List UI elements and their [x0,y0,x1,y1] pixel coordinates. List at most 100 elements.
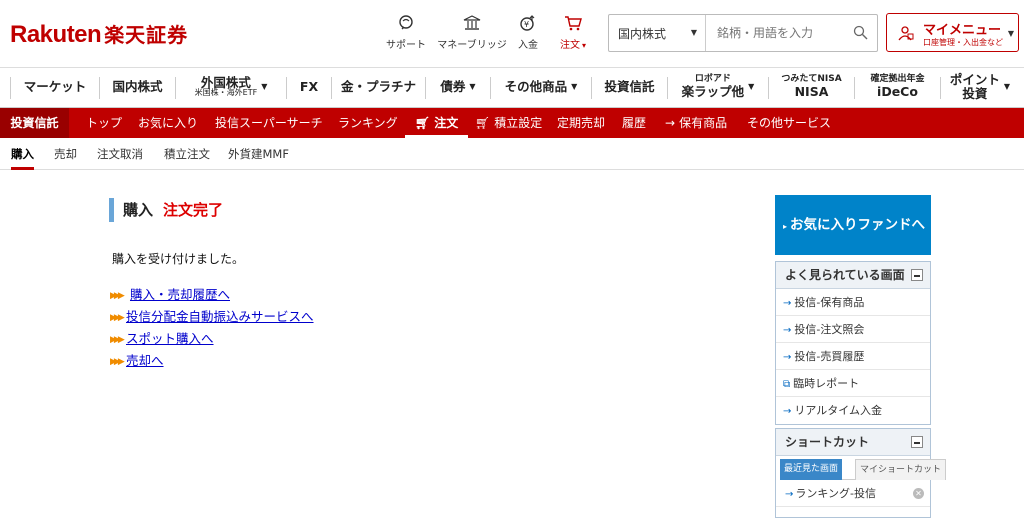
link-history[interactable]: ▶▶▶ 購入・売却履歴へ [110,284,230,303]
link-dividend-transfer[interactable]: ▶▶▶ 投信分配金自動振込みサービスへ [110,306,314,325]
subnav-foreign-mmf[interactable]: 外貨建MMF [228,138,289,170]
frequent-item-label: 投信-保有商品 [794,296,865,309]
frequent-pages-title: よく見られている画面 [785,268,905,282]
nav-foreign-stock-sub: 米国株・海外ETF [194,88,258,98]
triple-arrow-icon: ▶▶▶ [110,356,125,367]
tab-my-shortcut[interactable]: マイショートカット [855,459,947,480]
link-history-text[interactable]: 購入・売却履歴へ [130,287,230,302]
nav-nisa[interactable]: つみたてNISA NISA [769,68,854,106]
nav-other-products[interactable]: その他商品 ▼ [491,68,591,106]
rakuten-logo[interactable]: Rakuten 楽天証券 [10,19,188,49]
fund-nav: 投資信託 トップ お気に入り 投信スーパーサーチ ランキング 🛒︎ 注文 🛒︎ 積立… [0,108,1024,138]
close-icon[interactable]: ✕ [913,488,924,499]
chevron-down-icon: ▼ [469,81,476,91]
subnav-buy[interactable]: 購入 [11,138,34,170]
chevron-down-icon: ▼ [1007,29,1014,38]
order-subnav: 購入 売却 注文取消 積立注文 外貨建MMF [0,138,1024,170]
fund-nav-other-services[interactable]: その他サービス [747,108,831,138]
header: Rakuten 楽天証券 サポート マネーブリッジ ¥ 入金 注文 ▾ 国内株式 ▼… [0,0,1024,68]
nav-foreign-stock[interactable]: 外国株式 米国株・海外ETF ▼ [176,68,286,106]
link-spot-buy[interactable]: ▶▶▶ スポット購入へ [110,328,214,347]
mymenu-button[interactable]: マイメニュー 口座管理・入出金など ▼ [886,13,1019,52]
nav-other-products-label: その他商品 [504,79,568,95]
arrow-right-icon: → [783,325,792,336]
nav-nisa-label: NISA [794,84,829,100]
frequent-item[interactable]: → 投信-保有商品 [776,289,930,316]
order-status: 注文完了 [163,201,224,219]
confirmation-message: 購入を受け付けました。 [112,252,245,266]
order-button[interactable]: 注文 ▾ [555,14,591,51]
collapse-icon[interactable] [911,269,923,281]
mymenu-subtitle: 口座管理・入出金など [923,38,1003,47]
moneybridge-button[interactable]: マネーブリッジ [436,14,508,51]
cart-icon: 🛒︎ [475,116,491,130]
deposit-button[interactable]: ¥ 入金 [514,14,542,51]
subnav-recurring-order[interactable]: 積立注文 [164,138,210,170]
frequent-item[interactable]: → 投信-注文照会 [776,316,930,343]
nav-fx[interactable]: FX [287,68,331,106]
frequent-item-label: 投信-注文照会 [794,323,865,336]
frequent-pages-panel: よく見られている画面 → 投信-保有商品 → 投信-注文照会 → 投信-売買履歴 ⧉ 臨… [775,261,931,425]
link-sell[interactable]: ▶▶▶ 売却へ [110,350,164,369]
nav-market-label: マーケット [23,79,87,95]
cart-icon: 🛒︎ [415,116,431,130]
collapse-icon[interactable] [911,436,923,448]
triple-arrow-icon: ▶▶▶ [110,312,125,323]
order-label: 注文 [559,40,580,51]
fund-nav-scheduled-sell[interactable]: 定期売却 [557,108,605,138]
fund-nav-holdings[interactable]: → 保有商品 [665,108,727,138]
shortcut-item[interactable]: → ランキング-投信 ✕ [776,480,930,507]
fund-nav-favorites[interactable]: お気に入り [138,108,198,138]
nav-point-pre: ポイント [949,72,1000,88]
nav-robo-label: 楽ラップ他 [681,84,745,100]
support-button[interactable]: サポート [384,14,428,51]
search-box: 国内株式 ▼ [608,14,878,52]
link-spot-buy-text[interactable]: スポット購入へ [126,331,214,346]
nav-bonds[interactable]: 債券 ▼ [426,68,490,106]
search-category-select[interactable]: 国内株式 ▼ [609,15,706,51]
favorite-funds-button[interactable]: ▸ お気に入りファンドへ [775,195,931,255]
fund-nav-super-search[interactable]: 投信スーパーサーチ [215,108,323,138]
fund-nav-order-label: 注文 [434,116,459,130]
nav-fx-label: FX [299,79,319,95]
nav-ideco[interactable]: 確定拠出年金 iDeCo [855,68,940,106]
nav-domestic-stock-label: 国内株式 [112,79,163,95]
fund-nav-top[interactable]: トップ [86,108,122,138]
fund-nav-history[interactable]: 履歴 [622,108,646,138]
chevron-down-icon: ▼ [748,81,755,91]
nav-domestic-stock[interactable]: 国内株式 [100,68,175,106]
nav-bonds-label: 債券 [440,79,466,95]
link-dividend-transfer-text[interactable]: 投信分配金自動振込みサービスへ [126,309,314,324]
search-category-value: 国内株式 [618,27,667,41]
frequent-item[interactable]: → リアルタイム入金 [776,397,930,424]
arrow-right-icon: → [783,406,792,417]
nav-point-investment[interactable]: ポイント 投資 ▼ [941,68,1019,106]
search-input[interactable] [707,15,847,51]
subnav-cancel-order[interactable]: 注文取消 [97,138,143,170]
triple-arrow-icon: ▶▶▶ [110,334,125,345]
nav-market[interactable]: マーケット [11,68,99,106]
subnav-sell[interactable]: 売却 [54,138,77,170]
frequent-item[interactable]: → 投信-売買履歴 [776,343,930,370]
tab-recent[interactable]: 最近見た画面 [780,459,843,480]
frequent-item[interactable]: ⧉ 臨時レポート [776,370,930,397]
nav-ideco-label: iDeCo [877,84,918,100]
nav-robo[interactable]: ロボアド 楽ラップ他 ▼ [668,68,768,106]
nav-gold[interactable]: 金・プラチナ [332,68,425,106]
triangle-right-icon: ▸ [783,222,788,231]
fund-nav-order[interactable]: 🛒︎ 注文 [405,108,469,138]
nav-investment-trust[interactable]: 投資信託 [592,68,667,106]
fund-nav-ranking[interactable]: ランキング [338,108,398,138]
chevron-down-icon: ▼ [571,81,578,91]
chevron-down-icon: ▼ [1003,81,1011,91]
mymenu-title: マイメニュー [923,23,1002,38]
frequent-item-label: 臨時レポート [793,377,860,390]
fund-nav-home[interactable]: 投資信託 [0,108,69,138]
link-sell-text[interactable]: 売却へ [126,353,164,368]
fund-nav-recurring[interactable]: 🛒︎ 積立設定 [475,108,542,138]
arrow-right-icon: → [783,298,792,309]
bank-icon [463,15,481,30]
chevron-down-icon: ▼ [261,81,268,91]
shortcut-header: ショートカット [776,429,930,456]
search-icon[interactable] [853,25,868,40]
